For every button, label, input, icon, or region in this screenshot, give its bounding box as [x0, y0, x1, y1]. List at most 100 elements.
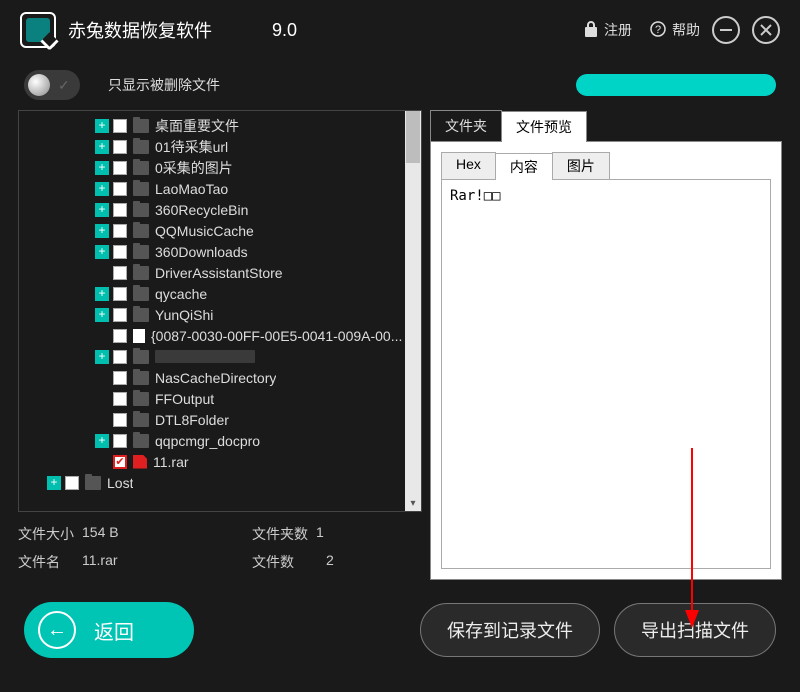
tree-checkbox[interactable]: [113, 182, 127, 196]
tab-hex[interactable]: Hex: [441, 152, 496, 179]
expand-icon[interactable]: +: [95, 182, 109, 196]
tree-checkbox[interactable]: [113, 413, 127, 427]
folder-icon: [133, 161, 149, 175]
expand-icon[interactable]: +: [95, 308, 109, 322]
tree-checkbox[interactable]: [113, 119, 127, 133]
tree-checkbox[interactable]: [113, 455, 127, 469]
expand-icon[interactable]: +: [95, 119, 109, 133]
scan-progress-bar: [576, 74, 776, 96]
tab-preview[interactable]: 文件预览: [501, 111, 587, 142]
folder-icon: [133, 182, 149, 196]
tree-label: Lost: [107, 475, 133, 491]
tree-checkbox[interactable]: [113, 287, 127, 301]
expand-icon[interactable]: +: [95, 350, 109, 364]
folder-icon: [133, 203, 149, 217]
export-button[interactable]: 导出扫描文件: [614, 603, 776, 657]
rar-icon: [133, 455, 147, 469]
file-tree[interactable]: +桌面重要文件+01待采集url+0采集的图片+LaoMaoTao+360Rec…: [18, 110, 422, 512]
tree-checkbox[interactable]: [113, 434, 127, 448]
tree-node[interactable]: + qycache: [23, 283, 421, 304]
tree-node[interactable]: +360RecycleBin: [23, 199, 421, 220]
tree-node[interactable]: +0采集的图片: [23, 157, 421, 178]
help-label: 帮助: [672, 20, 700, 40]
tree-node[interactable]: FFOutput: [23, 388, 421, 409]
tree-node[interactable]: +QQMusicCache: [23, 220, 421, 241]
folder-icon: [133, 119, 149, 133]
register-label: 注册: [604, 20, 632, 40]
expand-icon: [95, 413, 109, 427]
filesize-label: 文件大小: [18, 524, 82, 544]
tab-image[interactable]: 图片: [552, 152, 610, 179]
tree-node[interactable]: +01待采集url: [23, 136, 421, 157]
tree-node[interactable]: + LaoMaoTao: [23, 178, 421, 199]
save-log-button[interactable]: 保存到记录文件: [420, 603, 600, 657]
tree-checkbox[interactable]: [113, 392, 127, 406]
tab-folder[interactable]: 文件夹: [430, 110, 502, 141]
tree-label: FFOutput: [155, 391, 214, 407]
expand-icon: [95, 266, 109, 280]
file-icon: [133, 329, 145, 343]
tree-checkbox[interactable]: [113, 308, 127, 322]
tree-node[interactable]: +360Downloads: [23, 241, 421, 262]
expand-icon[interactable]: +: [47, 476, 61, 490]
help-icon: ?: [650, 21, 666, 40]
tree-checkbox[interactable]: [113, 140, 127, 154]
expand-icon[interactable]: +: [95, 434, 109, 448]
expand-icon[interactable]: +: [95, 161, 109, 175]
tree-node[interactable]: + 桌面重要文件: [23, 115, 421, 136]
scroll-down-icon[interactable]: ▾: [405, 495, 421, 511]
tree-label: 11.rar: [153, 454, 189, 470]
tree-checkbox[interactable]: [113, 161, 127, 175]
tree-node[interactable]: NasCacheDirectory: [23, 367, 421, 388]
file-count-value: 2: [326, 552, 334, 572]
tree-label: YunQiShi: [155, 307, 213, 323]
tree-checkbox[interactable]: [113, 224, 127, 238]
toggle-dot-icon: [28, 74, 50, 96]
tree-scrollbar[interactable]: ▾: [405, 111, 421, 511]
tree-node[interactable]: DTL8Folder: [23, 409, 421, 430]
tab-content[interactable]: 内容: [495, 153, 553, 180]
tree-label: [155, 350, 255, 363]
register-button[interactable]: 注册: [584, 20, 632, 40]
tree-checkbox[interactable]: [113, 350, 127, 364]
tree-label: qycache: [155, 286, 207, 302]
help-button[interactable]: ? 帮助: [650, 20, 700, 40]
expand-icon[interactable]: +: [95, 245, 109, 259]
tree-checkbox[interactable]: [113, 245, 127, 259]
expand-icon[interactable]: +: [95, 224, 109, 238]
expand-icon[interactable]: +: [95, 203, 109, 217]
tree-checkbox[interactable]: [65, 476, 79, 490]
tree-node[interactable]: +qqpcmgr_docpro: [23, 430, 421, 451]
tree-label: 360RecycleBin: [155, 202, 248, 218]
filename-value: 11.rar: [82, 552, 252, 572]
tree-node[interactable]: {0087-0030-00FF-00E5-0041-009A-00...: [23, 325, 421, 346]
deleted-only-toggle[interactable]: ✓: [24, 70, 80, 100]
folder-icon: [85, 476, 101, 490]
filename-label: 文件名: [18, 552, 82, 572]
tree-node[interactable]: + YunQiShi: [23, 304, 421, 325]
tree-checkbox[interactable]: [113, 329, 127, 343]
minimize-button[interactable]: [712, 16, 740, 44]
tree-checkbox[interactable]: [113, 371, 127, 385]
arrow-left-icon: ←: [38, 611, 76, 649]
back-button[interactable]: ← 返回: [24, 602, 194, 658]
tree-label: LaoMaoTao: [155, 181, 228, 197]
close-button[interactable]: [752, 16, 780, 44]
lock-icon: [584, 21, 598, 40]
tree-checkbox[interactable]: [113, 266, 127, 280]
app-title: 赤兔数据恢复软件: [68, 17, 212, 43]
tree-label: 桌面重要文件: [155, 116, 239, 136]
expand-icon[interactable]: +: [95, 140, 109, 154]
tree-node[interactable]: +: [23, 346, 421, 367]
expand-icon: [95, 371, 109, 385]
folder-icon: [133, 434, 149, 448]
expand-icon[interactable]: +: [95, 287, 109, 301]
svg-text:?: ?: [655, 24, 661, 36]
save-log-label: 保存到记录文件: [447, 617, 573, 643]
tree-node[interactable]: + Lost: [23, 472, 421, 493]
tree-node[interactable]: 11.rar: [23, 451, 421, 472]
expand-icon: [95, 329, 109, 343]
tree-checkbox[interactable]: [113, 203, 127, 217]
scrollbar-thumb[interactable]: [406, 111, 420, 163]
tree-node[interactable]: DriverAssistantStore: [23, 262, 421, 283]
